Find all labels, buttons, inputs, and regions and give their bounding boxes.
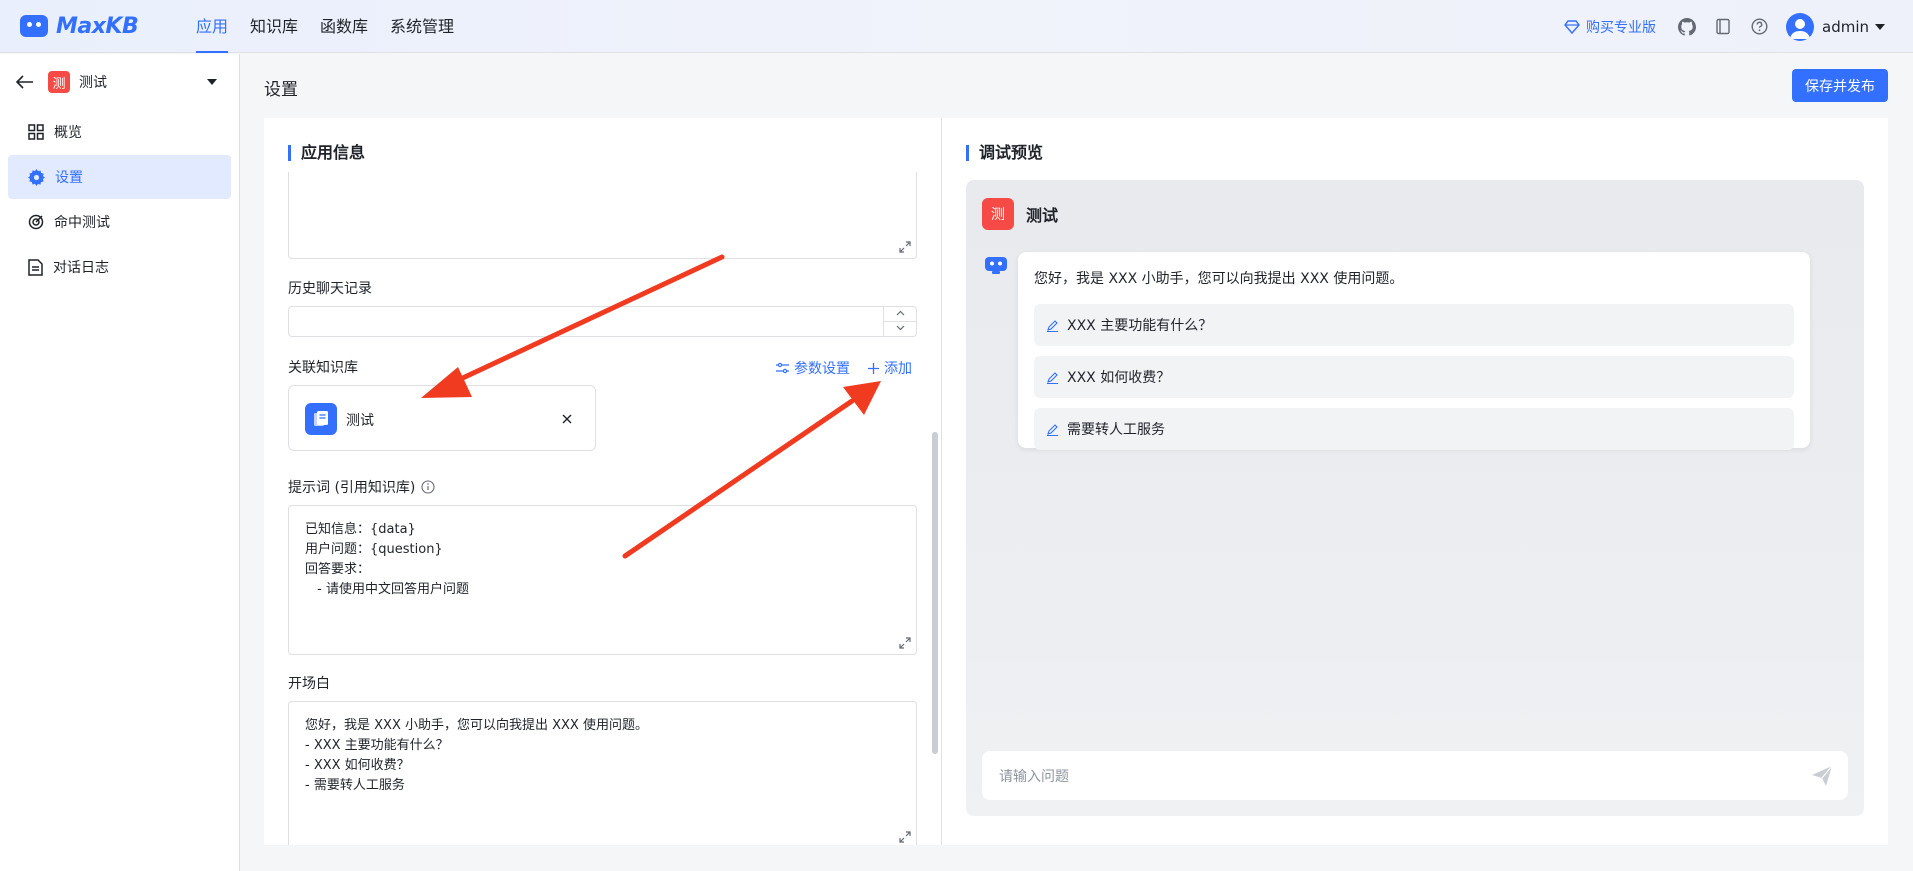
- nav-applications[interactable]: 应用: [185, 0, 239, 53]
- sidebar: 测 测试 概览 设置 命中测试 对话日志: [0, 54, 240, 871]
- caret-down-icon[interactable]: [1875, 23, 1885, 30]
- opening-line: - XXX 主要功能有什么？: [305, 738, 449, 753]
- opening-line: 您好，我是 XXX 小助手，您可以向我提出 XXX 使用问题。: [305, 718, 648, 733]
- info-icon[interactable]: [421, 480, 435, 494]
- save-publish-button[interactable]: 保存并发布: [1792, 69, 1888, 102]
- back-arrow-icon[interactable]: [16, 75, 34, 89]
- app-avatar: 测: [48, 71, 70, 93]
- diamond-icon: [1564, 19, 1580, 34]
- number-stepper[interactable]: [883, 307, 916, 336]
- send-icon[interactable]: [1810, 764, 1834, 788]
- greeting-text: 您好，我是 XXX 小助手，您可以向我提出 XXX 使用问题。: [1034, 271, 1404, 287]
- buy-pro-link[interactable]: 购买专业版: [1564, 17, 1656, 37]
- scrollbar[interactable]: [932, 432, 938, 754]
- user-avatar[interactable]: [1786, 12, 1814, 41]
- caret-down-icon[interactable]: [207, 79, 217, 85]
- logo-robot-icon: [20, 15, 48, 37]
- sidebar-item-label: 概览: [54, 125, 82, 141]
- pen-icon: [1047, 371, 1058, 384]
- top-bar: MaxKB 应用 知识库 函数库 系统管理 购买专业版 admin: [0, 0, 1913, 53]
- chevron-up-icon[interactable]: [896, 310, 905, 316]
- sidebar-item-chat-logs[interactable]: 对话日志: [8, 245, 231, 289]
- preview-title: 调试预览: [966, 145, 1043, 161]
- app-avatar: 测: [982, 198, 1014, 230]
- app-info-title: 应用信息: [288, 145, 365, 161]
- plus-icon: [868, 362, 879, 374]
- chat-app-name: 测试: [1026, 206, 1059, 225]
- opening-textarea[interactable]: 您好，我是 XXX 小助手，您可以向我提出 XXX 使用问题。 - XXX 主要…: [288, 701, 917, 845]
- chat-input[interactable]: 请输入问题: [982, 751, 1848, 800]
- expand-icon[interactable]: [899, 241, 911, 253]
- suggested-question[interactable]: XXX 如何收费？: [1034, 356, 1794, 398]
- kb-label: 关联知识库: [288, 360, 358, 376]
- history-label: 历史聊天记录: [288, 281, 372, 297]
- brand-name: MaxKB: [56, 13, 139, 39]
- question-label: 需要转人工服务: [1067, 422, 1165, 438]
- prompt-line: 已知信息：{data}: [305, 522, 416, 537]
- suggested-question[interactable]: 需要转人工服务: [1034, 408, 1794, 450]
- app-switcher[interactable]: 测 测试: [0, 54, 239, 110]
- prompt-label-row: 提示词 (引用知识库): [288, 477, 435, 497]
- question-label: XXX 主要功能有什么？: [1067, 318, 1213, 334]
- expand-icon[interactable]: [899, 637, 911, 649]
- opening-line: - XXX 如何收费？: [305, 758, 410, 773]
- docs-icon[interactable]: [1714, 18, 1732, 36]
- pane-divider: [941, 118, 942, 845]
- opening-line: - 需要转人工服务: [305, 778, 405, 793]
- question-label: XXX 如何收费？: [1067, 370, 1171, 386]
- sidebar-item-label: 对话日志: [53, 260, 109, 276]
- grid-icon: [28, 124, 44, 140]
- kb-name: 测试: [346, 413, 374, 429]
- user-name[interactable]: admin: [1822, 18, 1869, 36]
- history-count-input[interactable]: [288, 306, 917, 337]
- sidebar-item-label: 设置: [55, 170, 83, 186]
- github-icon[interactable]: [1678, 17, 1696, 36]
- param-settings-link[interactable]: 参数设置: [776, 358, 850, 378]
- prompt-line: - 请使用中文回答用户问题: [313, 582, 469, 597]
- close-icon[interactable]: [562, 414, 572, 424]
- pen-icon: [1047, 319, 1058, 332]
- prompt-line: 回答要求：: [305, 562, 371, 577]
- buy-pro-label: 购买专业版: [1586, 19, 1656, 36]
- prompt-label: 提示词 (引用知识库): [288, 480, 416, 496]
- param-settings-label: 参数设置: [794, 361, 850, 377]
- description-textarea[interactable]: [288, 172, 917, 259]
- logo[interactable]: MaxKB: [20, 14, 185, 39]
- add-kb-label: 添加: [884, 361, 912, 377]
- page-title: 设置: [264, 80, 298, 100]
- sidebar-item-overview[interactable]: 概览: [8, 110, 231, 154]
- prompt-textarea[interactable]: 已知信息：{data} 用户问题：{question} 回答要求： - 请使用中…: [288, 505, 917, 655]
- bot-avatar-icon: [985, 257, 1007, 274]
- kb-card: 测试: [288, 385, 596, 451]
- help-icon[interactable]: [1750, 18, 1768, 36]
- pen-icon: [1047, 423, 1058, 436]
- nav-functions[interactable]: 函数库: [309, 0, 379, 53]
- expand-icon[interactable]: [899, 831, 911, 843]
- sliders-icon: [776, 362, 789, 374]
- sidebar-item-settings[interactable]: 设置: [8, 155, 231, 199]
- main-nav: 应用 知识库 函数库 系统管理: [185, 0, 465, 53]
- opening-label: 开场白: [288, 676, 330, 692]
- gear-icon: [28, 168, 45, 186]
- sidebar-item-label: 命中测试: [54, 215, 110, 231]
- kb-document-icon: [305, 403, 337, 435]
- target-icon: [28, 214, 44, 230]
- chat-header: 测 测试: [982, 198, 1058, 230]
- app-name: 测试: [79, 75, 107, 91]
- prompt-line: 用户问题：{question}: [305, 542, 443, 557]
- add-kb-link[interactable]: 添加: [868, 358, 912, 378]
- suggested-question[interactable]: XXX 主要功能有什么？: [1034, 304, 1794, 346]
- sidebar-item-hit-test[interactable]: 命中测试: [8, 200, 231, 244]
- document-icon: [28, 258, 43, 276]
- chevron-down-icon[interactable]: [896, 325, 905, 331]
- chat-preview: 测 测试 您好，我是 XXX 小助手，您可以向我提出 XXX 使用问题。 XXX…: [966, 180, 1864, 816]
- chat-input-placeholder: 请输入问题: [999, 768, 1069, 785]
- nav-knowledge-base[interactable]: 知识库: [239, 0, 309, 53]
- nav-system-management[interactable]: 系统管理: [379, 0, 465, 53]
- greeting-bubble: 您好，我是 XXX 小助手，您可以向我提出 XXX 使用问题。 XXX 主要功能…: [1018, 252, 1810, 450]
